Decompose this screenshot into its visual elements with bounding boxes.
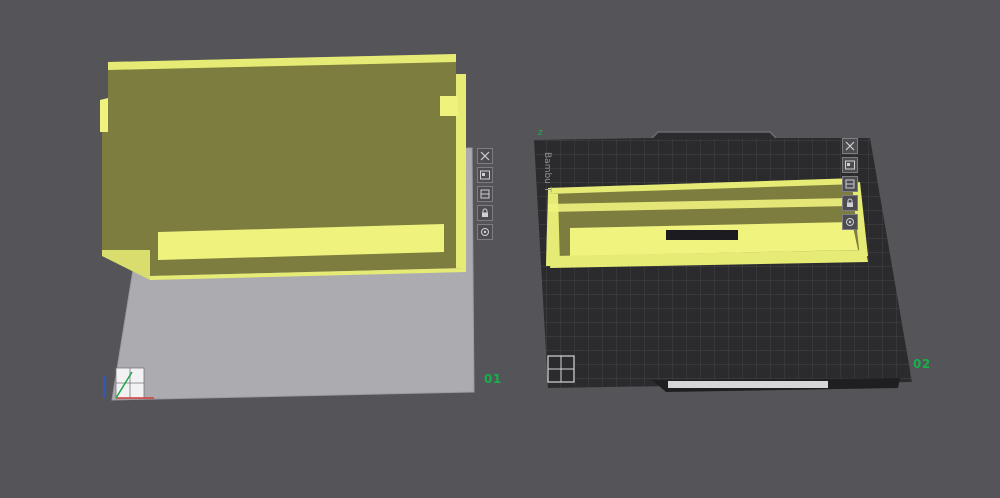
arrange-icon[interactable] <box>477 167 493 183</box>
plate-2-toolbar <box>842 138 860 230</box>
orient-icon[interactable] <box>842 176 858 192</box>
model-1-clip-right <box>440 96 458 116</box>
plate-2-label[interactable]: 02 <box>913 357 931 371</box>
close-icon[interactable] <box>842 138 858 154</box>
model-2-slot <box>666 230 738 240</box>
model-2[interactable] <box>546 178 868 268</box>
model-1-foot <box>102 250 150 280</box>
z-marker: z <box>538 128 543 138</box>
model-1-clip-left <box>100 98 108 132</box>
settings-icon[interactable] <box>477 224 493 240</box>
lock-icon[interactable] <box>477 205 493 221</box>
orient-icon[interactable] <box>477 186 493 202</box>
plate-1-label[interactable]: 01 <box>484 372 502 386</box>
arrange-icon[interactable] <box>842 157 858 173</box>
plate-1-toolbar <box>477 148 495 240</box>
close-icon[interactable] <box>477 148 493 164</box>
model-1[interactable] <box>100 54 466 280</box>
settings-icon[interactable] <box>842 214 858 230</box>
3d-viewport[interactable]: z 01 02 Bambu T <box>0 0 1000 498</box>
plate-brand-text: Bambu T <box>542 152 552 193</box>
lock-icon[interactable] <box>842 195 858 211</box>
plate-2-label-strip <box>668 381 828 388</box>
scene-canvas[interactable]: z <box>0 0 1000 498</box>
